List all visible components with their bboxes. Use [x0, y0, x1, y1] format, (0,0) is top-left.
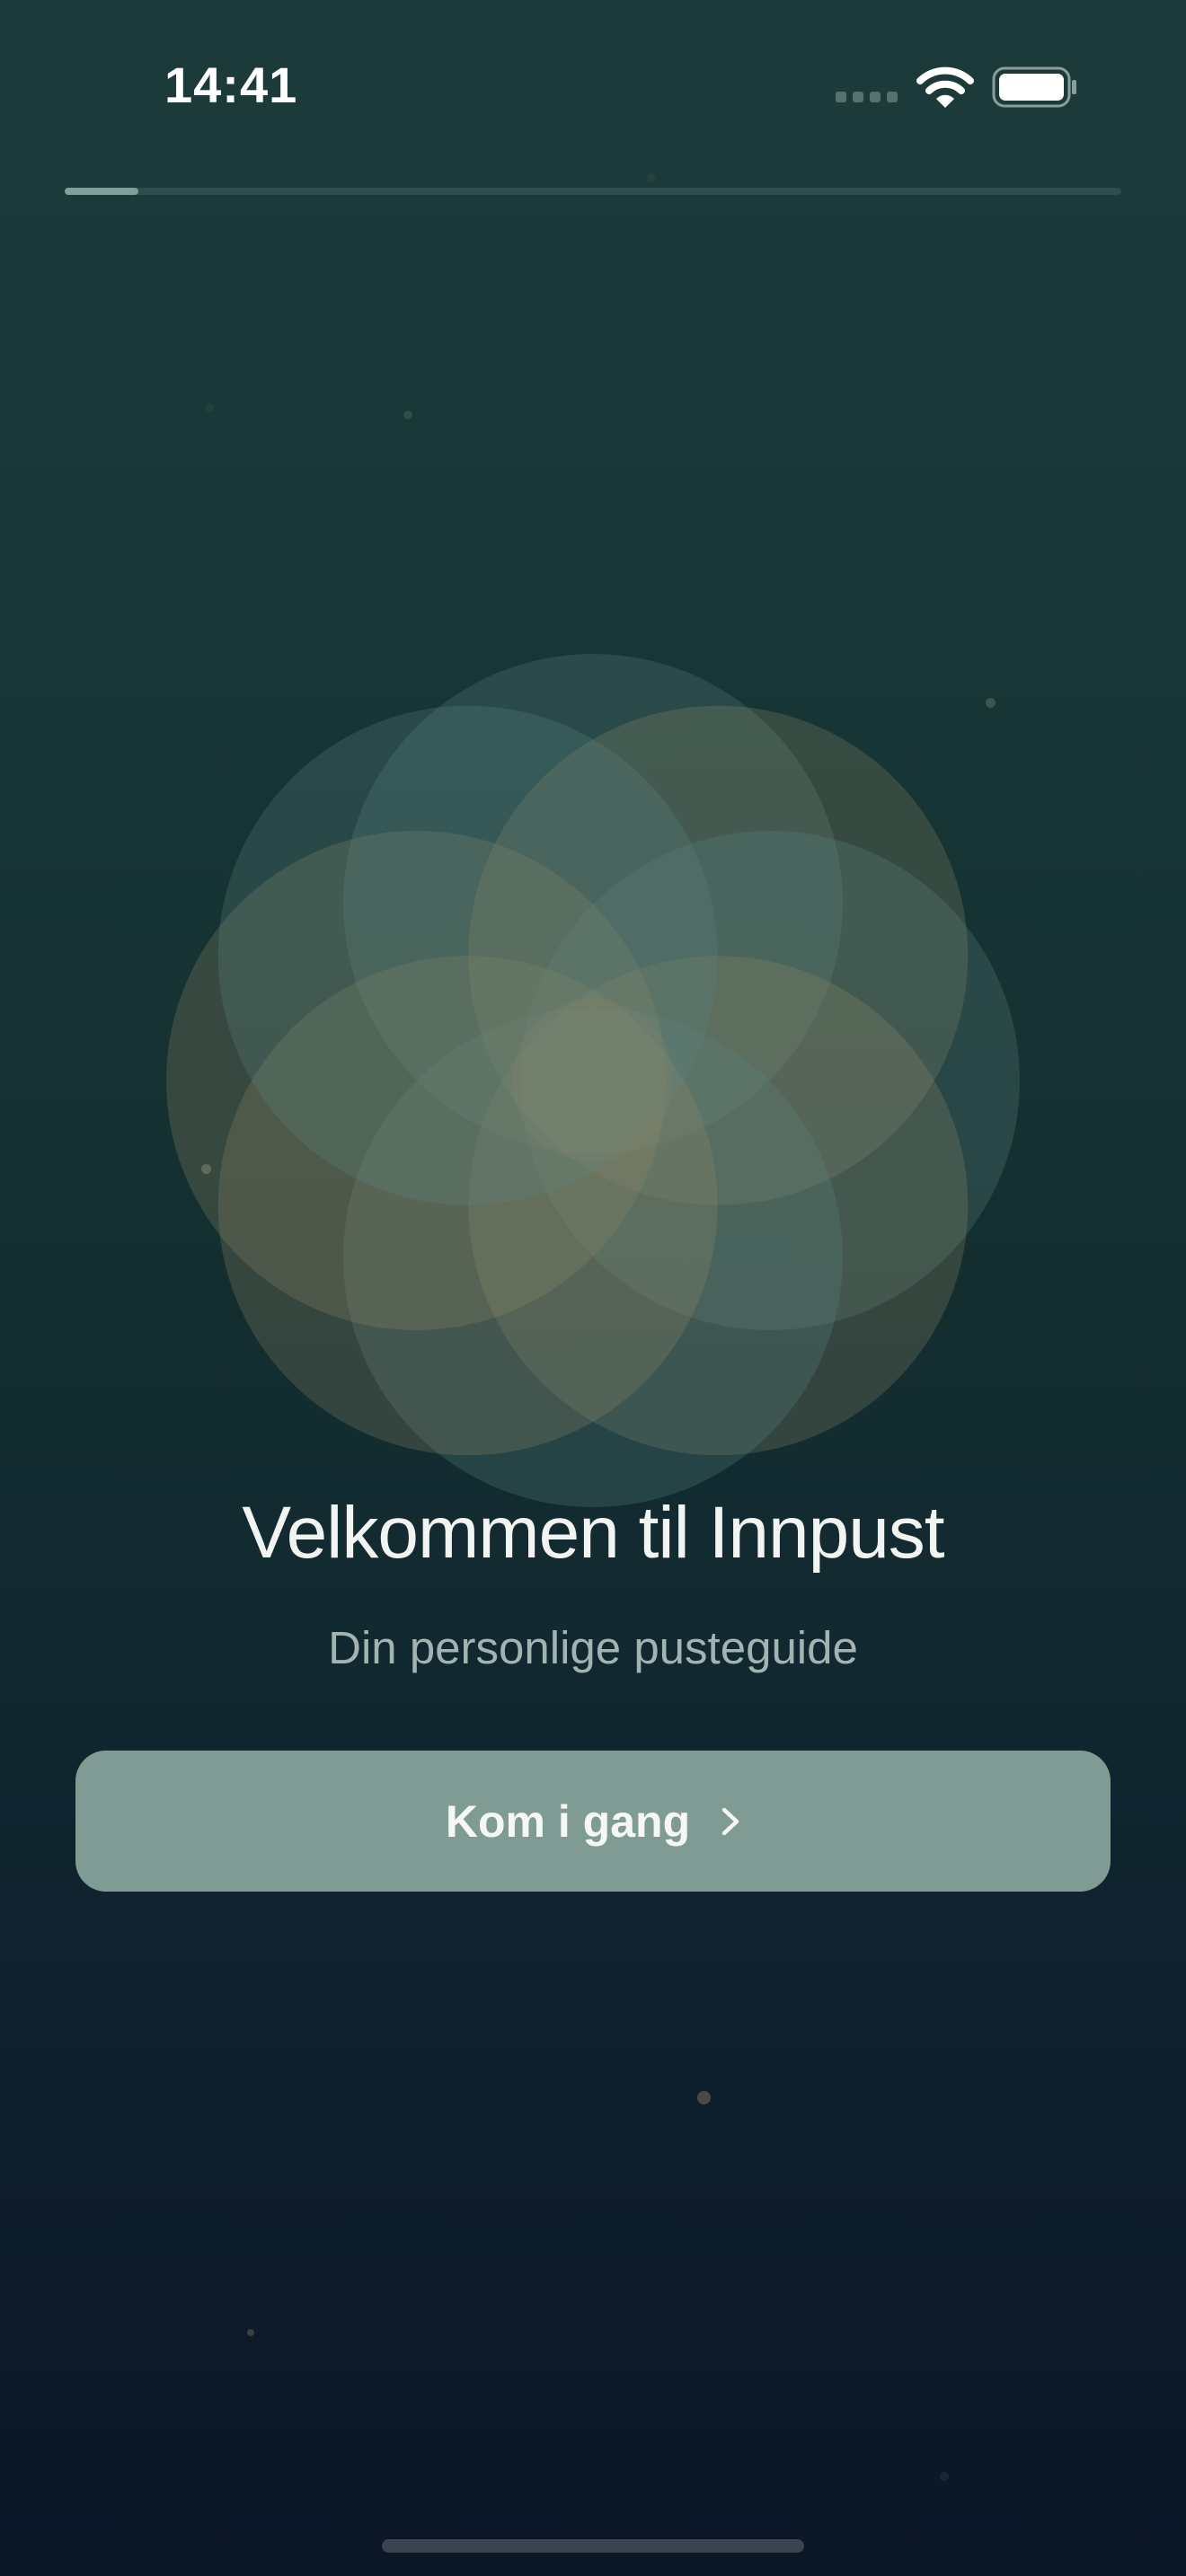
breathing-flower-illustration	[166, 654, 1020, 1507]
ambient-dot	[247, 2329, 254, 2336]
chevron-right-icon	[721, 1807, 739, 1835]
flower-petal	[520, 831, 1020, 1330]
flower-petal	[343, 1008, 843, 1507]
ambient-dot	[940, 2472, 949, 2481]
flower-petal	[343, 654, 843, 1153]
flower-petal	[468, 956, 969, 1456]
page-title: Velkommen til Innpust	[242, 1492, 944, 1574]
status-time: 14:41	[164, 57, 298, 113]
get-started-label: Kom i gang	[445, 1795, 691, 1847]
wifi-icon	[916, 66, 974, 108]
onboarding-progress-bar	[65, 188, 1121, 195]
battery-icon	[992, 66, 1076, 108]
flower-core	[512, 1000, 674, 1161]
page-subtitle: Din personlige pusteguide	[328, 1622, 858, 1673]
status-bar: 14:41	[0, 0, 1186, 180]
home-indicator	[382, 2539, 804, 2553]
ambient-dot	[403, 410, 412, 419]
ambient-dot	[647, 173, 656, 182]
ambient-dot	[205, 403, 214, 412]
flower-petal	[468, 705, 969, 1205]
flower-petal	[217, 956, 718, 1456]
ambient-dot	[986, 698, 996, 708]
ambient-dot	[201, 1164, 211, 1174]
flower-petal	[166, 831, 666, 1330]
progress-fill	[65, 188, 139, 195]
ambient-dot	[697, 2091, 711, 2104]
signal-dots-icon	[836, 92, 898, 102]
flower-petal	[217, 705, 718, 1205]
get-started-button[interactable]: Kom i gang	[75, 1751, 1111, 1892]
